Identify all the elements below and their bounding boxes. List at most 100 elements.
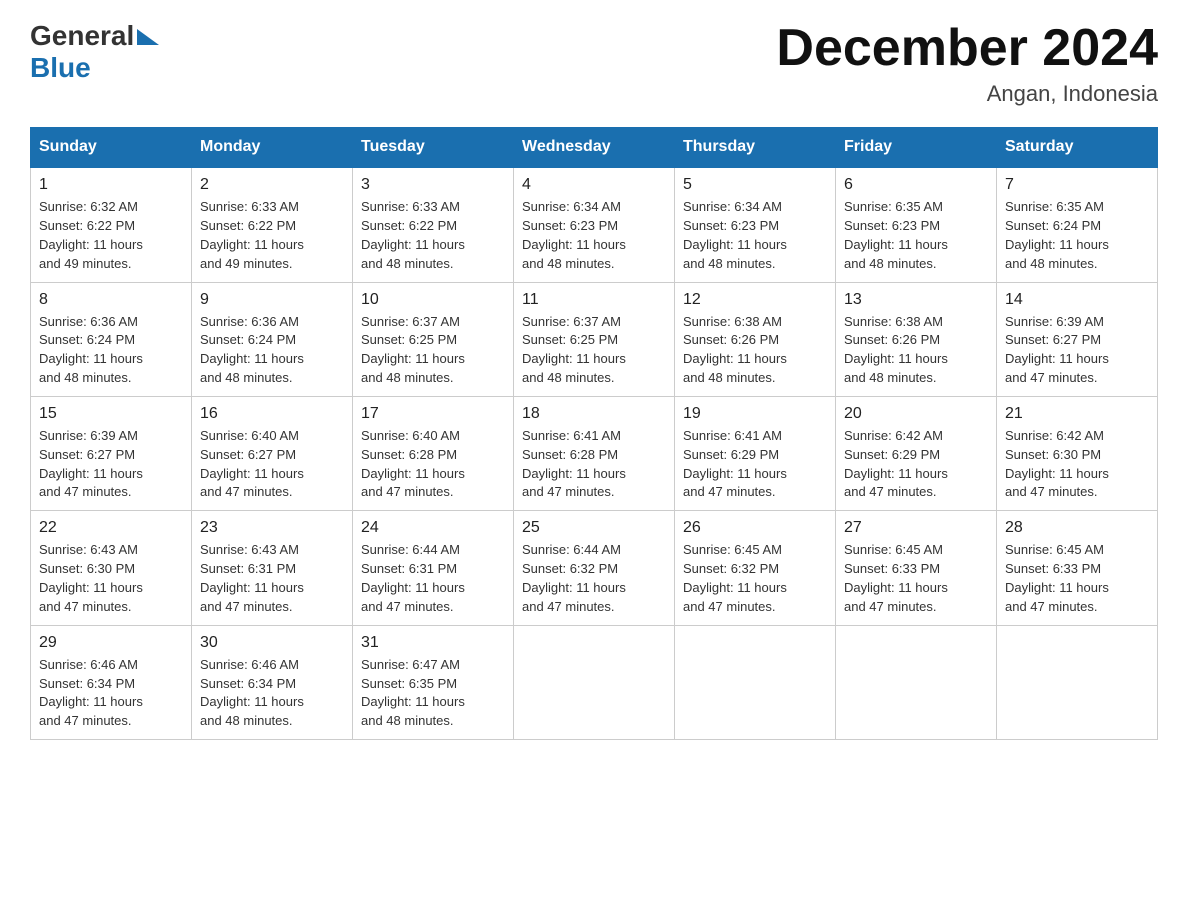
day-info: Sunrise: 6:37 AMSunset: 6:25 PMDaylight:… [522, 313, 666, 388]
day-number: 28 [1005, 519, 1149, 537]
page-title: December 2024 [776, 20, 1158, 77]
calendar-cell [514, 625, 675, 739]
day-info: Sunrise: 6:39 AMSunset: 6:27 PMDaylight:… [1005, 313, 1149, 388]
calendar-cell: 25Sunrise: 6:44 AMSunset: 6:32 PMDayligh… [514, 511, 675, 625]
day-info: Sunrise: 6:40 AMSunset: 6:27 PMDaylight:… [200, 427, 344, 502]
day-info: Sunrise: 6:33 AMSunset: 6:22 PMDaylight:… [361, 198, 505, 273]
logo-arrow-icon [137, 29, 159, 45]
day-number: 12 [683, 291, 827, 309]
day-number: 1 [39, 176, 183, 194]
page-subtitle: Angan, Indonesia [776, 81, 1158, 107]
day-number: 14 [1005, 291, 1149, 309]
day-info: Sunrise: 6:38 AMSunset: 6:26 PMDaylight:… [683, 313, 827, 388]
day-number: 30 [200, 634, 344, 652]
weekday-header-friday: Friday [836, 128, 997, 168]
day-info: Sunrise: 6:37 AMSunset: 6:25 PMDaylight:… [361, 313, 505, 388]
day-info: Sunrise: 6:46 AMSunset: 6:34 PMDaylight:… [39, 656, 183, 731]
day-number: 19 [683, 405, 827, 423]
calendar-cell: 26 Sunrise: 6:45 AMSunset: 6:32 PMDayligh… [675, 511, 836, 625]
calendar-cell [997, 625, 1158, 739]
day-info: Sunrise: 6:35 AMSunset: 6:23 PMDaylight:… [844, 198, 988, 273]
calendar-cell: 3Sunrise: 6:33 AMSunset: 6:22 PMDaylight… [353, 167, 514, 282]
day-info: Sunrise: 6:44 AMSunset: 6:31 PMDaylight:… [361, 541, 505, 616]
calendar-cell: 30 Sunrise: 6:46 AMSunset: 6:34 PMDayligh… [192, 625, 353, 739]
day-info: Sunrise: 6:46 AMSunset: 6:34 PMDaylight:… [200, 656, 344, 731]
day-number: 23 [200, 519, 344, 537]
calendar-cell: 2Sunrise: 6:33 AMSunset: 6:22 PMDaylight… [192, 167, 353, 282]
day-info: Sunrise: 6:43 AMSunset: 6:31 PMDaylight:… [200, 541, 344, 616]
calendar-cell: 24 Sunrise: 6:44 AMSunset: 6:31 PMDayligh… [353, 511, 514, 625]
day-number: 8 [39, 291, 183, 309]
day-info: Sunrise: 6:38 AMSunset: 6:26 PMDaylight:… [844, 313, 988, 388]
day-info: Sunrise: 6:43 AMSunset: 6:30 PMDaylight:… [39, 541, 183, 616]
calendar-cell: 31 Sunrise: 6:47 AMSunset: 6:35 PMDayligh… [353, 625, 514, 739]
calendar-cell: 16Sunrise: 6:40 AMSunset: 6:27 PMDayligh… [192, 396, 353, 510]
weekday-header-monday: Monday [192, 128, 353, 168]
calendar-cell: 15Sunrise: 6:39 AMSunset: 6:27 PMDayligh… [31, 396, 192, 510]
weekday-header-saturday: Saturday [997, 128, 1158, 168]
day-info: Sunrise: 6:36 AMSunset: 6:24 PMDaylight:… [39, 313, 183, 388]
calendar-cell: 17Sunrise: 6:40 AMSunset: 6:28 PMDayligh… [353, 396, 514, 510]
day-number: 22 [39, 519, 183, 537]
weekday-header-thursday: Thursday [675, 128, 836, 168]
calendar-week-row: 15Sunrise: 6:39 AMSunset: 6:27 PMDayligh… [31, 396, 1158, 510]
calendar-cell: 13 Sunrise: 6:38 AMSunset: 6:26 PMDayligh… [836, 282, 997, 396]
day-info: Sunrise: 6:45 AMSunset: 6:32 PMDaylight:… [683, 541, 827, 616]
weekday-header-tuesday: Tuesday [353, 128, 514, 168]
day-number: 27 [844, 519, 988, 537]
day-info: Sunrise: 6:34 AMSunset: 6:23 PMDaylight:… [683, 198, 827, 273]
calendar-cell: 11 Sunrise: 6:37 AMSunset: 6:25 PMDayligh… [514, 282, 675, 396]
weekday-header-row: SundayMondayTuesdayWednesdayThursdayFrid… [31, 128, 1158, 168]
day-number: 17 [361, 405, 505, 423]
calendar-cell [836, 625, 997, 739]
calendar-cell: 14 Sunrise: 6:39 AMSunset: 6:27 PMDayligh… [997, 282, 1158, 396]
calendar-cell: 7 Sunrise: 6:35 AMSunset: 6:24 PMDaylight… [997, 167, 1158, 282]
day-number: 10 [361, 291, 505, 309]
calendar-table: SundayMondayTuesdayWednesdayThursdayFrid… [30, 127, 1158, 740]
day-info: Sunrise: 6:32 AMSunset: 6:22 PMDaylight:… [39, 198, 183, 273]
calendar-cell: 22 Sunrise: 6:43 AMSunset: 6:30 PMDayligh… [31, 511, 192, 625]
day-number: 21 [1005, 405, 1149, 423]
day-number: 5 [683, 176, 827, 194]
day-number: 9 [200, 291, 344, 309]
day-info: Sunrise: 6:39 AMSunset: 6:27 PMDaylight:… [39, 427, 183, 502]
calendar-cell: 28 Sunrise: 6:45 AMSunset: 6:33 PMDayligh… [997, 511, 1158, 625]
logo-blue-text: Blue [30, 52, 91, 83]
calendar-cell [675, 625, 836, 739]
calendar-cell: 6 Sunrise: 6:35 AMSunset: 6:23 PMDaylight… [836, 167, 997, 282]
day-info: Sunrise: 6:33 AMSunset: 6:22 PMDaylight:… [200, 198, 344, 273]
day-info: Sunrise: 6:42 AMSunset: 6:30 PMDaylight:… [1005, 427, 1149, 502]
calendar-week-row: 29 Sunrise: 6:46 AMSunset: 6:34 PMDayligh… [31, 625, 1158, 739]
day-number: 13 [844, 291, 988, 309]
calendar-cell: 10 Sunrise: 6:37 AMSunset: 6:25 PMDayligh… [353, 282, 514, 396]
day-info: Sunrise: 6:36 AMSunset: 6:24 PMDaylight:… [200, 313, 344, 388]
calendar-cell: 12 Sunrise: 6:38 AMSunset: 6:26 PMDayligh… [675, 282, 836, 396]
calendar-cell: 29 Sunrise: 6:46 AMSunset: 6:34 PMDayligh… [31, 625, 192, 739]
calendar-cell: 9 Sunrise: 6:36 AMSunset: 6:24 PMDaylight… [192, 282, 353, 396]
day-info: Sunrise: 6:41 AMSunset: 6:29 PMDaylight:… [683, 427, 827, 502]
day-number: 11 [522, 291, 666, 309]
calendar-cell: 27Sunrise: 6:45 AMSunset: 6:33 PMDayligh… [836, 511, 997, 625]
day-number: 29 [39, 634, 183, 652]
calendar-cell: 19 Sunrise: 6:41 AMSunset: 6:29 PMDayligh… [675, 396, 836, 510]
day-number: 4 [522, 176, 666, 194]
day-info: Sunrise: 6:35 AMSunset: 6:24 PMDaylight:… [1005, 198, 1149, 273]
day-number: 25 [522, 519, 666, 537]
logo-general-text: General [30, 20, 134, 52]
calendar-cell: 1 Sunrise: 6:32 AMSunset: 6:22 PMDaylight… [31, 167, 192, 282]
calendar-cell: 4 Sunrise: 6:34 AMSunset: 6:23 PMDaylight… [514, 167, 675, 282]
day-number: 26 [683, 519, 827, 537]
logo: General Blue [30, 20, 159, 84]
calendar-week-row: 1 Sunrise: 6:32 AMSunset: 6:22 PMDaylight… [31, 167, 1158, 282]
day-info: Sunrise: 6:47 AMSunset: 6:35 PMDaylight:… [361, 656, 505, 731]
day-number: 18 [522, 405, 666, 423]
day-number: 7 [1005, 176, 1149, 194]
calendar-cell: 8 Sunrise: 6:36 AMSunset: 6:24 PMDaylight… [31, 282, 192, 396]
day-number: 24 [361, 519, 505, 537]
title-block: December 2024 Angan, Indonesia [776, 20, 1158, 107]
day-info: Sunrise: 6:45 AMSunset: 6:33 PMDaylight:… [1005, 541, 1149, 616]
calendar-cell: 23 Sunrise: 6:43 AMSunset: 6:31 PMDayligh… [192, 511, 353, 625]
day-info: Sunrise: 6:34 AMSunset: 6:23 PMDaylight:… [522, 198, 666, 273]
day-number: 31 [361, 634, 505, 652]
day-number: 6 [844, 176, 988, 194]
